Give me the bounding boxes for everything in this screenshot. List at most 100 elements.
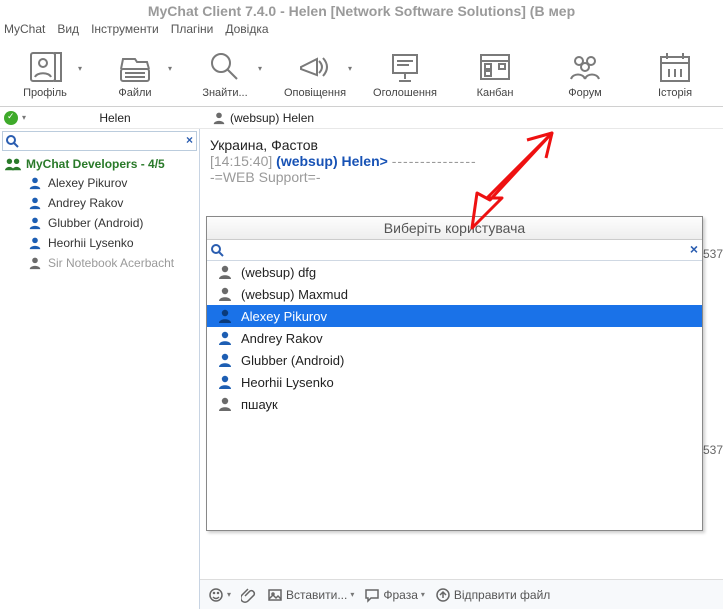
- menu-help[interactable]: Довідка: [225, 22, 268, 42]
- emoji-button[interactable]: ▾: [208, 587, 231, 603]
- popup-list-item[interactable]: пшаук: [207, 393, 702, 415]
- popup-list-item[interactable]: Andrey Rakov: [207, 327, 702, 349]
- person-icon: [217, 352, 233, 368]
- group-icon: [4, 157, 22, 171]
- message-location: Украина, Фастов: [210, 137, 713, 153]
- popup-item-name: (websup) dfg: [241, 265, 316, 280]
- status-online-icon[interactable]: [4, 111, 18, 125]
- message-username: (websup) Helen: [276, 153, 379, 169]
- user-picker-popup: Виберіть користувача × (websup) dfg(webs…: [206, 216, 703, 531]
- search-icon: [5, 134, 19, 151]
- person-icon: [28, 256, 42, 270]
- popup-item-name: Glubber (Android): [241, 353, 344, 368]
- contact-item[interactable]: Alexey Pikurov: [0, 173, 199, 193]
- contact-item[interactable]: Heorhii Lysenko: [0, 233, 199, 253]
- person-icon: [28, 236, 42, 250]
- close-icon[interactable]: ×: [690, 241, 698, 257]
- popup-list-item[interactable]: Heorhii Lysenko: [207, 371, 702, 393]
- paste-button[interactable]: Вставити...▾: [267, 587, 354, 603]
- calendar-icon: [655, 49, 695, 85]
- popup-item-name: (websup) Maxmud: [241, 287, 348, 302]
- bubble-icon: [364, 587, 380, 603]
- toolbar-history[interactable]: Історія: [630, 42, 720, 106]
- smile-icon: [208, 587, 224, 603]
- contact-name: Sir Notebook Acerbacht: [48, 256, 174, 270]
- popup-list-item[interactable]: Glubber (Android): [207, 349, 702, 371]
- sidebar-search[interactable]: ×: [2, 131, 197, 151]
- popup-item-name: пшаук: [241, 397, 278, 412]
- contact-item[interactable]: Glubber (Android): [0, 213, 199, 233]
- board-icon: [385, 49, 425, 85]
- menu-mychat[interactable]: MyChat: [4, 22, 45, 42]
- window-title: MyChat Client 7.4.0 - Helen [Network Sof…: [0, 0, 723, 22]
- clip-icon: [241, 587, 257, 603]
- contact-group[interactable]: MyChat Developers - 4/5: [0, 155, 199, 173]
- toolbar-forum-label: Форум: [568, 87, 601, 99]
- sendfile-label: Відправити файл: [454, 588, 550, 602]
- behind-text: /537: [700, 247, 723, 261]
- popup-search[interactable]: ×: [207, 240, 702, 261]
- phrase-button[interactable]: Фраза▾: [364, 587, 425, 603]
- menu-view[interactable]: Вид: [57, 22, 79, 42]
- popup-title: Виберіть користувача: [207, 217, 702, 240]
- toolbar-files-label: Файли: [118, 87, 151, 99]
- message-timestamp: [14:15:40]: [210, 153, 272, 169]
- forum-icon: [565, 49, 605, 85]
- sidebar: × MyChat Developers - 4/5 Alexey Pikurov…: [0, 129, 200, 609]
- popup-list-item[interactable]: Alexey Pikurov: [207, 305, 702, 327]
- popup-list-item[interactable]: (websup) dfg: [207, 261, 702, 283]
- toolbar-find-label: Знайти...: [202, 87, 247, 99]
- message-signature: -=WEB Support=-: [210, 169, 713, 185]
- input-bar: ▾ Вставити...▾ Фраза▾ Відправити файл: [200, 579, 723, 609]
- popup-item-name: Heorhii Lysenko: [241, 375, 334, 390]
- toolbar-files[interactable]: Файли ▾: [90, 42, 180, 106]
- attach-button[interactable]: [241, 587, 257, 603]
- dropdown-icon: ▾: [258, 64, 262, 73]
- sidebar-search-input[interactable]: [3, 132, 196, 150]
- toolbar-profile-label: Профіль: [23, 87, 67, 99]
- popup-list: (websup) dfg (websup) Maxmud Alexey Pikuro…: [207, 261, 702, 530]
- message-dashes: ---------------: [392, 153, 477, 169]
- toolbar-announce-label: Оголошення: [373, 87, 437, 99]
- popup-search-input[interactable]: [207, 240, 702, 260]
- toolbar-announce[interactable]: Оголошення: [360, 42, 450, 106]
- status-user: Helen: [30, 111, 200, 125]
- dropdown-icon: ▾: [348, 64, 352, 73]
- toolbar-kanban[interactable]: Канбан: [450, 42, 540, 106]
- popup-list-item[interactable]: (websup) Maxmud: [207, 283, 702, 305]
- clear-icon[interactable]: ×: [186, 133, 193, 147]
- upload-icon: [435, 587, 451, 603]
- dropdown-icon[interactable]: ▾: [22, 113, 26, 122]
- menu-bar: MyChat Вид Інструменти Плагіни Довідка: [0, 22, 723, 42]
- person-icon: [217, 308, 233, 324]
- person-icon: [217, 374, 233, 390]
- toolbar-alerts[interactable]: Оповіщення ▾: [270, 42, 360, 106]
- person-icon: [212, 111, 226, 125]
- toolbar-forum[interactable]: Форум: [540, 42, 630, 106]
- toolbar: Профіль ▾ Файли ▾ Знайти... ▾ Оповіщення…: [0, 42, 723, 107]
- toolbar-find[interactable]: Знайти... ▾: [180, 42, 270, 106]
- person-icon: [217, 264, 233, 280]
- search-icon: [210, 243, 224, 260]
- search-icon: [205, 49, 245, 85]
- person-icon: [217, 396, 233, 412]
- paste-label: Вставити...: [286, 588, 347, 602]
- person-icon: [217, 286, 233, 302]
- menu-plugins[interactable]: Плагіни: [171, 22, 214, 42]
- menu-tools[interactable]: Інструменти: [91, 22, 159, 42]
- toolbar-profile[interactable]: Профіль ▾: [0, 42, 90, 106]
- toolbar-kanban-label: Канбан: [477, 87, 514, 99]
- profile-icon: [25, 49, 65, 85]
- files-icon: [115, 49, 155, 85]
- popup-item-name: Alexey Pikurov: [241, 309, 327, 324]
- sendfile-button[interactable]: Відправити файл: [435, 587, 550, 603]
- person-icon: [28, 196, 42, 210]
- contact-name: Glubber (Android): [48, 216, 143, 230]
- contact-item[interactable]: Andrey Rakov: [0, 193, 199, 213]
- gt: >: [380, 153, 388, 169]
- contact-name: Heorhii Lysenko: [48, 236, 134, 250]
- dropdown-icon: ▾: [78, 64, 82, 73]
- contact-item[interactable]: Sir Notebook Acerbacht: [0, 253, 199, 273]
- kanban-icon: [475, 49, 515, 85]
- phrase-label: Фраза: [383, 588, 418, 602]
